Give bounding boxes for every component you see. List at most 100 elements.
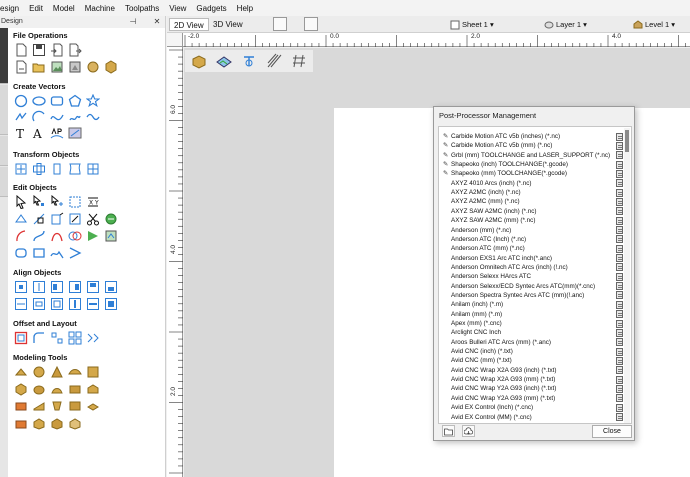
open-folder-button[interactable]	[442, 425, 455, 437]
draw-polygon-icon[interactable]	[67, 93, 82, 108]
post-processor-item[interactable]: ✎ Grbl (mm) TOOLCHANGE and LASER_SUPPORT …	[439, 151, 619, 160]
rounded-shape-icon[interactable]	[13, 245, 28, 260]
document-icon[interactable]	[616, 207, 623, 216]
extrude-icon[interactable]	[49, 364, 64, 379]
list-scroll-thumb[interactable]	[625, 130, 629, 152]
post-processor-item[interactable]: ✎ Shapeoko (mm) TOOLCHANGE(*.gcode)	[439, 169, 619, 178]
align-center-horizontal-icon[interactable]	[31, 279, 46, 294]
post-processor-item[interactable]: Avid CNC (mm) (*.txt)	[439, 356, 619, 365]
text-on-curve-icon[interactable]: A	[31, 125, 46, 140]
import-component-icon[interactable]	[85, 59, 100, 74]
split-horizontal-layout-button[interactable]	[273, 17, 287, 31]
open-folder-icon[interactable]	[31, 59, 46, 74]
join-vectors-icon[interactable]: X Y	[85, 194, 100, 209]
post-processor-item[interactable]: Avid CNC Wrap X2A G93 (inch) (*.txt)	[439, 366, 619, 375]
document-icon[interactable]	[616, 188, 623, 197]
zero-plane-icon[interactable]	[85, 398, 100, 413]
interactive-trim-icon[interactable]	[13, 211, 28, 226]
align-right-icon[interactable]	[67, 279, 82, 294]
document-icon[interactable]	[616, 226, 623, 234]
document-icon[interactable]	[616, 328, 623, 337]
tab-design[interactable]	[0, 28, 8, 84]
subtract-shape-icon[interactable]	[67, 228, 82, 243]
smart-select-icon[interactable]	[49, 194, 64, 209]
draw-wave-icon[interactable]	[85, 109, 100, 124]
post-processor-item[interactable]: Anderson Selexx HArcs ATC	[439, 272, 619, 281]
layer-dropdown[interactable]: Layer 1 ▾	[544, 19, 587, 30]
post-processor-item[interactable]: Avid CNC Wrap Y2A G93 (inch) (*.txt)	[439, 384, 619, 393]
post-processor-item[interactable]: Avid EX Control (MM) (*.cnc)	[439, 413, 619, 422]
add-to-model-icon[interactable]	[31, 415, 46, 430]
post-processor-item[interactable]: Aroos Bulleri ATC Arcs (mm) (*.anc)	[439, 338, 619, 347]
align-top-icon[interactable]	[85, 279, 100, 294]
close-button[interactable]: Close	[592, 425, 632, 438]
post-processor-item[interactable]: Anderson ATC (mm) (*.nc)	[439, 244, 619, 253]
menu-item[interactable]: esign	[0, 4, 24, 13]
menu-item[interactable]: Gadgets	[191, 4, 231, 13]
space-vertical-icon[interactable]	[67, 296, 82, 311]
scissors-icon[interactable]	[85, 211, 100, 226]
close-vectors-icon[interactable]	[67, 211, 82, 226]
tab-clipart[interactable]	[0, 136, 8, 166]
nesting-icon[interactable]	[85, 330, 100, 345]
smooth-icon[interactable]	[67, 381, 82, 396]
image-trace-icon[interactable]	[103, 228, 118, 243]
auto-hide-pin-icon[interactable]: ⊣	[128, 17, 138, 27]
merge-icon[interactable]	[67, 398, 82, 413]
document-icon[interactable]	[616, 197, 623, 206]
split-vertical-layout-button[interactable]	[304, 17, 318, 31]
document-icon[interactable]	[616, 151, 623, 160]
tab-2d-view[interactable]: 2D View	[169, 18, 209, 31]
boundary-icon[interactable]	[85, 228, 100, 243]
export-vectors-icon[interactable]	[67, 42, 82, 57]
tab-3d-view[interactable]: 3D View	[209, 18, 247, 31]
level-dropdown[interactable]: Level 1 ▾	[633, 19, 675, 30]
create-shape-icon[interactable]	[13, 364, 28, 379]
tab-drawing[interactable]	[0, 85, 8, 135]
document-icon[interactable]	[616, 160, 623, 169]
align-center-icon[interactable]	[13, 279, 28, 294]
export-model-icon[interactable]	[67, 415, 82, 430]
draw-circle-icon[interactable]	[13, 93, 28, 108]
post-processor-item[interactable]: ✎ Shapeoko (inch) TOOLCHANGE(*.gcode)	[439, 160, 619, 169]
draw-text-icon[interactable]: T	[13, 125, 28, 140]
document-icon[interactable]	[616, 319, 623, 328]
post-processor-item[interactable]: ✎ Carbide Motion ATC v5b (inches) (*.nc)	[439, 132, 619, 141]
tab-layers[interactable]	[0, 167, 8, 197]
distort-icon[interactable]	[85, 161, 100, 176]
sheet-dropdown[interactable]: Sheet 1 ▾	[450, 19, 494, 30]
post-processor-item[interactable]: Anderson Spectra Syntec Arcs ATC (mm)(!.…	[439, 291, 619, 300]
post-processor-item[interactable]: Anderson Selexx/ECD Syntec Arcs ATC(mm)(…	[439, 282, 619, 291]
draw-curve-icon[interactable]	[49, 109, 64, 124]
move-icon[interactable]	[13, 161, 28, 176]
document-icon[interactable]	[616, 291, 623, 300]
list-scrollbar[interactable]	[624, 128, 630, 423]
document-icon[interactable]	[616, 310, 623, 319]
document-icon[interactable]	[616, 216, 623, 225]
set-size-icon[interactable]	[31, 161, 46, 176]
component-icon[interactable]	[13, 381, 28, 396]
mold-icon[interactable]	[31, 381, 46, 396]
document-icon[interactable]	[616, 384, 623, 393]
document-icon[interactable]	[616, 375, 623, 384]
post-processor-item[interactable]: AXYZ 4010 Arcs (inch) (*.nc)	[439, 179, 619, 188]
import-bitmap-icon[interactable]	[49, 59, 64, 74]
document-icon[interactable]	[616, 254, 623, 263]
post-processor-item[interactable]: Arclight CNC Inch	[439, 328, 619, 337]
image-icon[interactable]	[213, 52, 235, 70]
document-icon[interactable]	[616, 347, 623, 356]
new-file-icon[interactable]	[13, 42, 28, 57]
mirror-icon[interactable]	[67, 161, 82, 176]
menu-item[interactable]: View	[164, 4, 191, 13]
toolpath-preview-icon[interactable]	[288, 52, 310, 70]
offset-icon[interactable]	[13, 330, 28, 345]
document-icon[interactable]	[616, 272, 623, 281]
draw-ellipse-icon[interactable]	[31, 93, 46, 108]
menu-item[interactable]: Edit	[24, 4, 48, 13]
post-processor-item[interactable]: Avid CNC (inch) (*.txt)	[439, 347, 619, 356]
post-processor-item[interactable]: Avid EX Control (Inch) (*.cnc)	[439, 403, 619, 412]
curve-polyline-icon[interactable]	[49, 245, 64, 260]
post-processor-item[interactable]: ✎ Carbide Motion ATC v5b (mm) (*.nc)	[439, 141, 619, 150]
distort-component-icon[interactable]	[49, 398, 64, 413]
arrow-shape-icon[interactable]	[67, 245, 82, 260]
